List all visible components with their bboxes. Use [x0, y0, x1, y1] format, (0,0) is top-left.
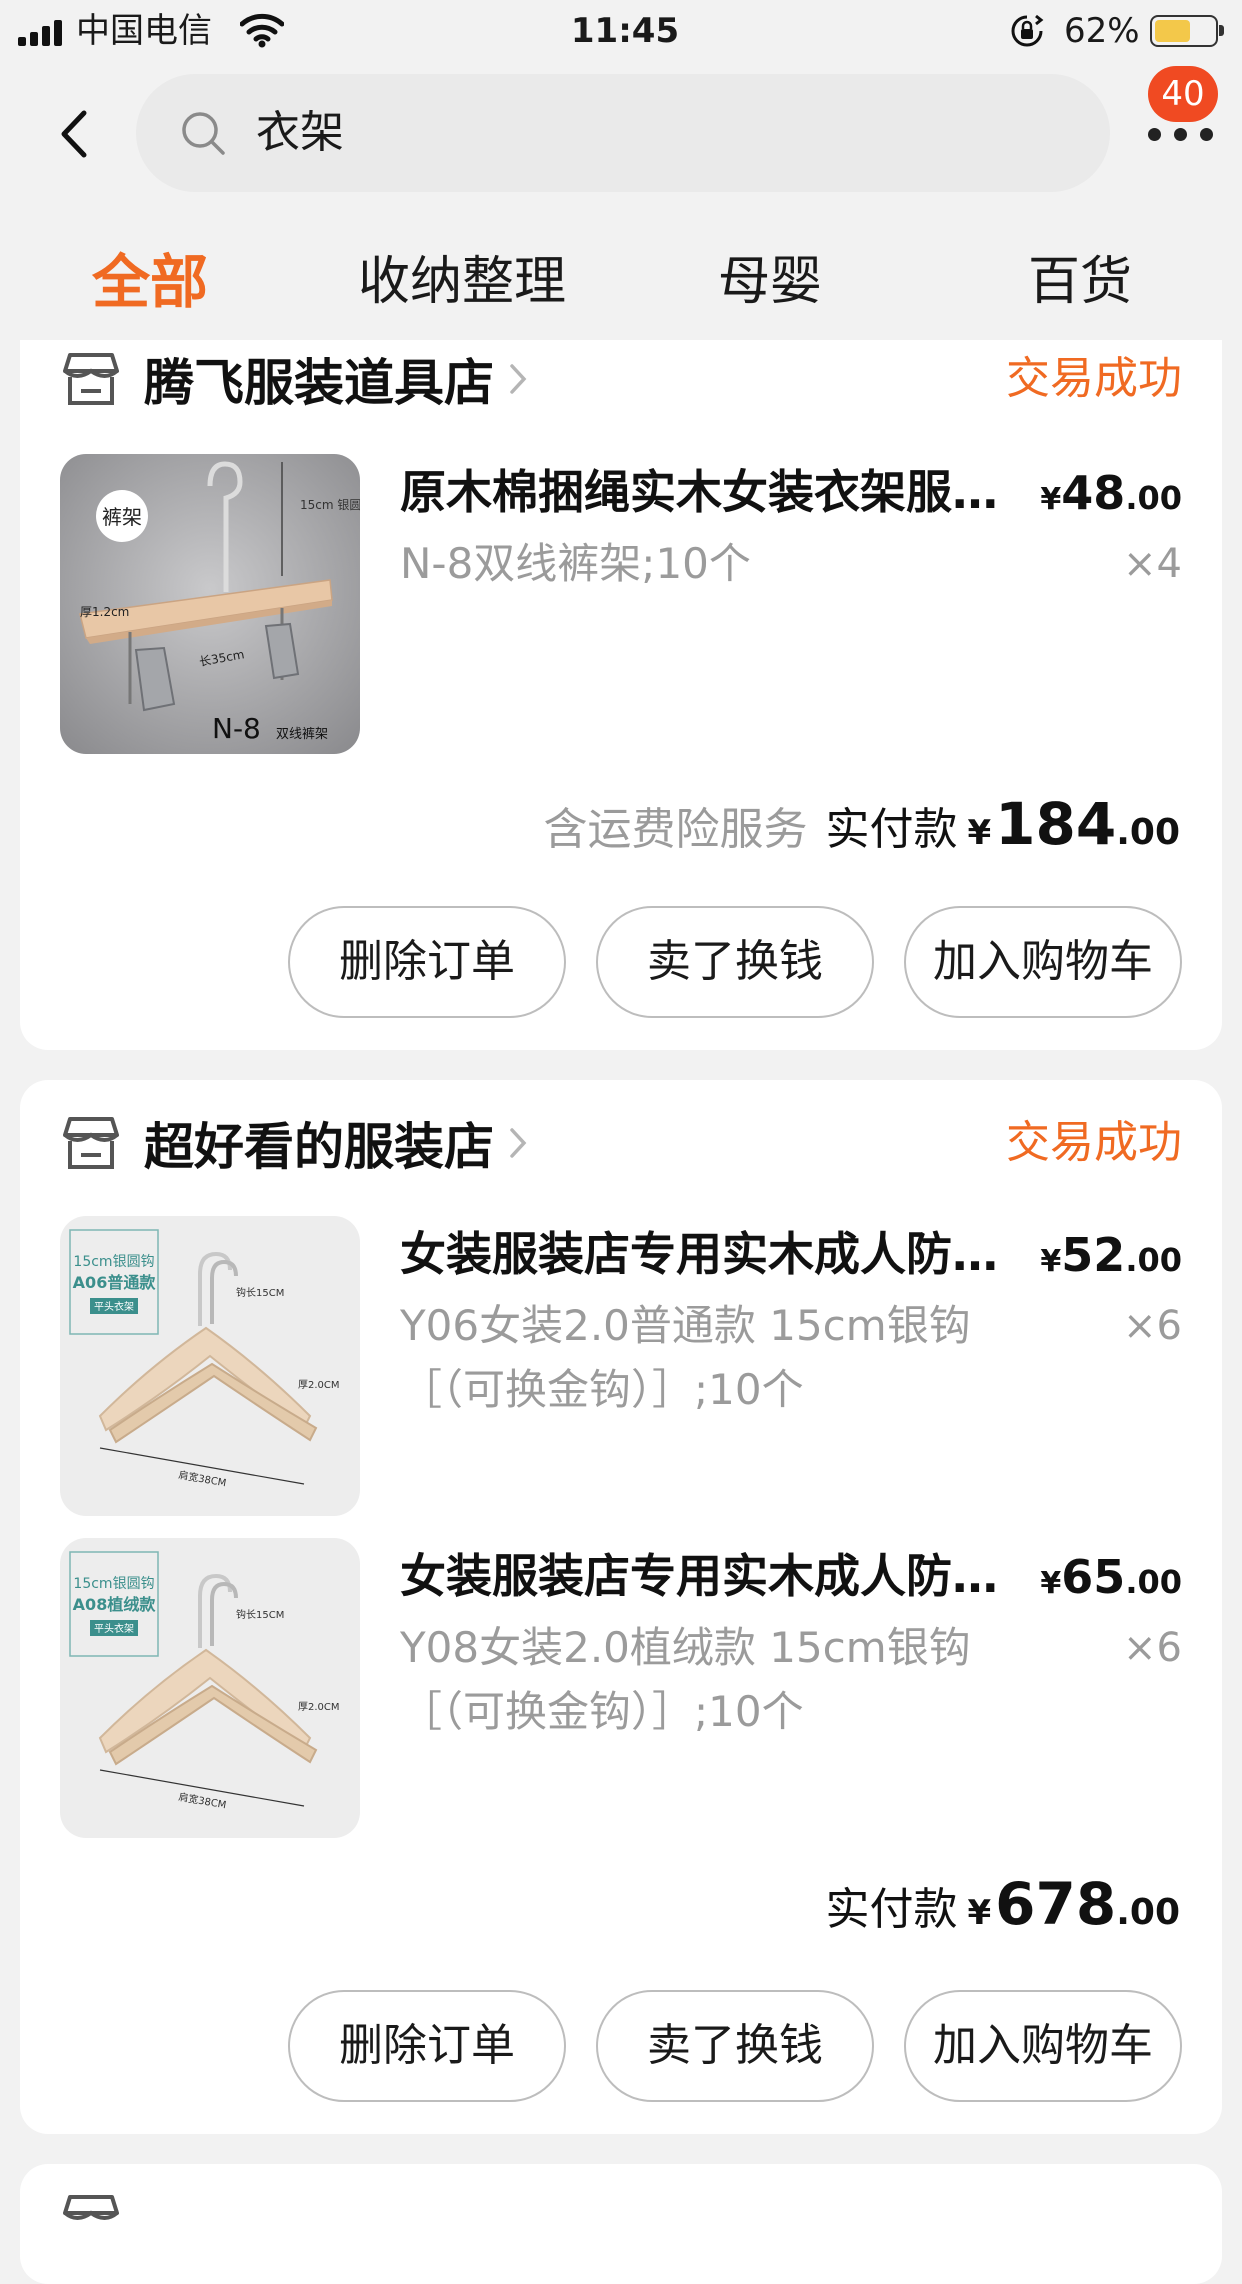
product-image[interactable]: 15cm银圆钩 A06普通款 平头衣架 肩宽38CM 钩长15CM 厚2.0CM: [60, 1216, 360, 1516]
category-tabs: 全部 收纳整理 母婴 百货: [0, 232, 1242, 332]
svg-text:平头衣架: 平头衣架: [94, 1300, 134, 1313]
more-dots-icon: [1148, 128, 1214, 144]
chevron-right-icon: [510, 364, 527, 394]
add-to-cart-button[interactable]: 加入购物车: [904, 1990, 1182, 2102]
order-card: 超好看的服装店 交易成功 15cm银圆钩 A06普通款 平头衣架 肩宽38CM …: [20, 1080, 1222, 2134]
svg-text:A08植绒款: A08植绒款: [73, 1595, 157, 1614]
product-image[interactable]: 15cm 银圆钩 裤架 厚1.2cm 长35cm N-8 双线裤架: [60, 454, 360, 754]
add-to-cart-button[interactable]: 加入购物车: [904, 906, 1182, 1018]
status-bar: 中国电信 11:45 62%: [0, 0, 1242, 62]
store-icon: [63, 2195, 119, 2220]
product-image[interactable]: 15cm银圆钩 A08植绒款 平头衣架 肩宽38CM 钩长15CM 厚2.0CM: [60, 1538, 360, 1838]
svg-text:平头衣架: 平头衣架: [94, 1622, 134, 1635]
order-total: 含运费险服务 实付款 ¥184.00: [543, 790, 1180, 858]
store-icon: [63, 353, 119, 405]
coat-hanger-image: 15cm银圆钩 A08植绒款 平头衣架 肩宽38CM 钩长15CM 厚2.0CM: [60, 1538, 360, 1838]
resell-button[interactable]: 卖了换钱: [596, 1990, 874, 2102]
product-price: ¥52.00: [1040, 1228, 1182, 1282]
back-button[interactable]: [46, 102, 102, 166]
store-header[interactable]: [62, 2186, 144, 2256]
svg-text:15cm 银圆钩: 15cm 银圆钩: [300, 498, 360, 512]
svg-text:15cm银圆钩: 15cm银圆钩: [73, 1576, 154, 1592]
product-quantity: ×6: [1123, 1303, 1182, 1349]
svg-text:厚1.2cm: 厚1.2cm: [80, 605, 129, 619]
product-title: 女装服装店专用实木成人防滑衣架: [400, 1227, 1010, 1281]
order-status: 交易成功: [1006, 1117, 1182, 1168]
order-status: 交易成功: [1006, 353, 1182, 404]
svg-text:双线裤架: 双线裤架: [276, 727, 328, 742]
chevron-right-icon: [510, 1128, 527, 1158]
order-total: 实付款 ¥678.00: [825, 1870, 1180, 1938]
store-header[interactable]: 超好看的服装店: [62, 1108, 528, 1178]
product-price: ¥48.00: [1040, 466, 1182, 520]
search-query[interactable]: 衣架: [256, 102, 344, 164]
svg-text:钩长15CM: 钩长15CM: [236, 1287, 284, 1299]
battery-percent: 62%: [1064, 11, 1140, 51]
store-name: 超好看的服装店: [144, 1118, 494, 1176]
store-name: 腾飞服装道具店: [144, 354, 494, 412]
freight-insurance-note: 含运费险服务: [543, 804, 808, 855]
resell-button[interactable]: 卖了换钱: [596, 906, 874, 1018]
delete-order-button[interactable]: 删除订单: [288, 906, 566, 1018]
tab-general-goods[interactable]: 百货: [1028, 232, 1132, 332]
store-header[interactable]: 腾飞服装道具店: [62, 344, 528, 414]
order-item[interactable]: 15cm银圆钩 A08植绒款 平头衣架 肩宽38CM 钩长15CM 厚2.0CM…: [60, 1538, 1182, 1838]
order-item[interactable]: 15cm银圆钩 A06普通款 平头衣架 肩宽38CM 钩长15CM 厚2.0CM…: [60, 1216, 1182, 1516]
total-label: 实付款: [825, 1884, 958, 1935]
search-icon: [182, 112, 225, 155]
svg-text:15cm银圆钩: 15cm银圆钩: [73, 1254, 154, 1270]
product-sku: N-8双线裤架;10个: [400, 539, 751, 588]
order-card: 腾飞服装道具店 交易成功 15cm 银圆钩: [20, 340, 1222, 1050]
product-title: 女装服装店专用实木成人防滑衣架: [400, 1549, 1010, 1603]
svg-text:N-8: N-8: [212, 712, 261, 745]
svg-text:厚2.0CM: 厚2.0CM: [298, 1379, 340, 1391]
total-label: 实付款: [825, 804, 958, 855]
product-quantity: ×6: [1123, 1625, 1182, 1671]
notification-badge: 40: [1148, 66, 1218, 122]
tab-baby[interactable]: 母婴: [718, 232, 822, 332]
delete-order-button[interactable]: 删除订单: [288, 1990, 566, 2102]
svg-text:厚2.0CM: 厚2.0CM: [298, 1701, 340, 1713]
battery-icon: [1150, 15, 1224, 47]
clock: 11:45: [570, 11, 680, 51]
back-chevron-icon: [61, 110, 87, 158]
tab-all[interactable]: 全部: [92, 232, 208, 332]
product-sku: Y08女装2.0植绒款 15cm银钩［（可换金钩）］;10个: [400, 1623, 971, 1736]
product-title: 原木棉捆绳实木女装衣架服装店专用: [400, 465, 1010, 519]
tab-storage[interactable]: 收纳整理: [358, 232, 566, 332]
svg-text:A06普通款: A06普通款: [73, 1273, 157, 1292]
product-sku: Y06女装2.0普通款 15cm银钩［（可换金钩）］;10个: [400, 1301, 971, 1414]
search-bar[interactable]: 衣架: [136, 74, 1110, 192]
order-item[interactable]: 15cm 银圆钩 裤架 厚1.2cm 长35cm N-8 双线裤架 原木棉捆绳实…: [60, 454, 1182, 754]
svg-text:裤架: 裤架: [102, 505, 142, 529]
product-quantity: ×4: [1123, 541, 1182, 587]
coat-hanger-image: 15cm银圆钩 A06普通款 平头衣架 肩宽38CM 钩长15CM 厚2.0CM: [60, 1216, 360, 1516]
orientation-lock-icon: [1011, 14, 1044, 47]
order-card: [20, 2164, 1222, 2284]
product-price: ¥65.00: [1040, 1550, 1182, 1604]
pants-hanger-image: 15cm 银圆钩 裤架 厚1.2cm 长35cm N-8 双线裤架: [60, 454, 360, 754]
svg-text:钩长15CM: 钩长15CM: [236, 1609, 284, 1621]
store-icon: [63, 1117, 119, 1169]
